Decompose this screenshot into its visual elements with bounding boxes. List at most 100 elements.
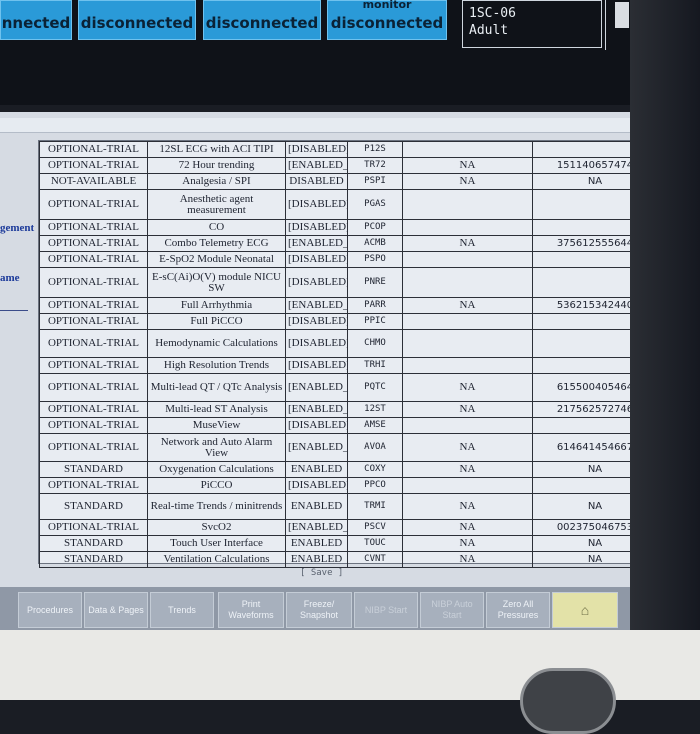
license-cell: [402, 357, 533, 374]
option-name-cell: MuseView: [147, 417, 286, 434]
status-cell: OPTIONAL-TRIAL: [39, 189, 148, 220]
license-cell: [402, 417, 533, 434]
zero-all-pressures-button[interactable]: Zero All Pressures: [486, 592, 550, 628]
license-cell: [402, 477, 533, 494]
status-cell: OPTIONAL-TRIAL: [39, 157, 148, 174]
option-name-cell: Oxygenation Calculations: [147, 461, 286, 478]
option-name-cell: Real-time Trends / minitrends: [147, 493, 286, 520]
enabled-state-cell: [DISABLED]: [285, 219, 348, 236]
procedures-button[interactable]: Procedures: [18, 592, 82, 628]
option-code-cell: CHMO: [347, 329, 403, 358]
monitor-status-button-1[interactable]: nnected: [0, 0, 72, 40]
status-cell: OPTIONAL-TRIAL: [39, 357, 148, 374]
enabled-state-cell: ENABLED: [285, 535, 348, 552]
table-row: OPTIONAL-TRIAL CO [DISABLED] PCOP: [39, 219, 658, 236]
nibp-start-button[interactable]: NIBP Start: [354, 592, 418, 628]
rotary-knob[interactable]: [520, 668, 616, 734]
monitor-bezel-right: [630, 0, 700, 700]
table-row: STANDARD Touch User Interface ENABLED TOUC N…: [39, 535, 658, 552]
license-cell: NA: [402, 461, 533, 478]
left-partial-label-1: gement: [0, 222, 35, 234]
nibp-auto-start-button[interactable]: NIBP Auto Start: [420, 592, 484, 628]
monitor-status-button-3[interactable]: disconnected: [203, 0, 321, 40]
bed-label: 1SC-06: [469, 6, 516, 21]
enabled-state-cell: [ENABLED_]: [285, 235, 348, 252]
license-cell: NA: [402, 551, 533, 568]
option-code-cell: ACMB: [347, 235, 403, 252]
option-name-cell: Full PiCCO: [147, 313, 286, 330]
left-divider: [0, 310, 28, 311]
home-icon: ⌂: [580, 601, 590, 618]
trends-button[interactable]: Trends: [150, 592, 214, 628]
license-cell: NA: [402, 433, 533, 462]
table-row: OPTIONAL-TRIAL Anesthetic agent measureme…: [39, 189, 658, 220]
status-cell: OPTIONAL-TRIAL: [39, 297, 148, 314]
option-code-cell: TRMI: [347, 493, 403, 520]
option-name-cell: Network and Auto Alarm View: [147, 433, 286, 462]
license-cell: NA: [402, 535, 533, 552]
option-code-cell: PNRE: [347, 267, 403, 298]
save-button[interactable]: [ Save ]: [300, 568, 343, 578]
license-cell: [402, 313, 533, 330]
option-name-cell: Multi-lead ST Analysis: [147, 401, 286, 418]
table-row: OPTIONAL-TRIAL 72 Hour trending [ENABLED_]…: [39, 157, 658, 174]
option-name-cell: 72 Hour trending: [147, 157, 286, 174]
status-cell: NOT-AVAILABLE: [39, 173, 148, 190]
license-cell: [402, 141, 533, 158]
table-row: OPTIONAL-TRIAL 12SL ECG with ACI TIPI [DIS…: [39, 141, 658, 158]
option-name-cell: High Resolution Trends: [147, 357, 286, 374]
option-code-cell: 12ST: [347, 401, 403, 418]
table-row: OPTIONAL-TRIAL Network and Auto Alarm Vie…: [39, 433, 658, 462]
option-code-cell: PSPI: [347, 173, 403, 190]
table-row: OPTIONAL-TRIAL Hemodynamic Calculations [D…: [39, 329, 658, 358]
enabled-state-cell: [ENABLED_]: [285, 373, 348, 402]
option-name-cell: CO: [147, 219, 286, 236]
license-cell: NA: [402, 373, 533, 402]
table-row: OPTIONAL-TRIAL E-SpO2 Module Neonatal [DIS…: [39, 251, 658, 268]
table-row: OPTIONAL-TRIAL Combo Telemetry ECG [ENABLE…: [39, 235, 658, 252]
data-pages-button[interactable]: Data & Pages: [84, 592, 148, 628]
status-cell: OPTIONAL-TRIAL: [39, 235, 148, 252]
option-code-cell: PARR: [347, 297, 403, 314]
enabled-state-cell: ENABLED: [285, 461, 348, 478]
enabled-state-cell: [DISABLED]: [285, 329, 348, 358]
option-code-cell: CVNT: [347, 551, 403, 568]
enabled-state-cell: [ENABLED_]: [285, 297, 348, 314]
option-name-cell: Analgesia / SPI: [147, 173, 286, 190]
option-name-cell: SvcO2: [147, 519, 286, 536]
option-name-cell: 12SL ECG with ACI TIPI: [147, 141, 286, 158]
panel-header-strip: [0, 118, 690, 133]
home-button[interactable]: ⌂: [552, 592, 618, 628]
option-name-cell: Full Arrhythmia: [147, 297, 286, 314]
table-row: OPTIONAL-TRIAL High Resolution Trends [DIS…: [39, 357, 658, 374]
license-cell: NA: [402, 157, 533, 174]
freeze-snapshot-button[interactable]: Freeze/ Snapshot: [286, 592, 352, 628]
option-code-cell: PQTC: [347, 373, 403, 402]
option-name-cell: Anesthetic agent measurement: [147, 189, 286, 220]
option-code-cell: PSCV: [347, 519, 403, 536]
enabled-state-cell: [DISABLED]: [285, 313, 348, 330]
option-name-cell: E-sC(Ai)O(V) module NICU SW: [147, 267, 286, 298]
print-waveforms-button[interactable]: Print Waveforms: [218, 592, 284, 628]
enabled-state-cell: [ENABLED_]: [285, 157, 348, 174]
monitor-status-button-4[interactable]: monitor disconnected: [327, 0, 447, 40]
status-cell: OPTIONAL-TRIAL: [39, 401, 148, 418]
license-cell: NA: [402, 401, 533, 418]
status-cell: OPTIONAL-TRIAL: [39, 141, 148, 158]
option-name-cell: Multi-lead QT / QTc Analysis: [147, 373, 286, 402]
status-cell: OPTIONAL-TRIAL: [39, 251, 148, 268]
option-code-cell: PGAS: [347, 189, 403, 220]
status-cell: OPTIONAL-TRIAL: [39, 267, 148, 298]
monitor-status-button-2[interactable]: disconnected: [78, 0, 196, 40]
status-cell: OPTIONAL-TRIAL: [39, 373, 148, 402]
options-table-body: OPTIONAL-TRIAL 12SL ECG with ACI TIPI [DIS…: [39, 141, 658, 568]
table-row: OPTIONAL-TRIAL Multi-lead QT / QTc Analys…: [39, 373, 658, 402]
option-name-cell: Ventilation Calculations: [147, 551, 286, 568]
patient-type: Adult: [469, 23, 509, 38]
license-cell: [402, 267, 533, 298]
option-code-cell: PPCO: [347, 477, 403, 494]
option-code-cell: PCOP: [347, 219, 403, 236]
option-code-cell: AMSE: [347, 417, 403, 434]
enabled-state-cell: ENABLED: [285, 551, 348, 568]
patient-info[interactable]: 1SC-06 Adult: [462, 0, 602, 48]
